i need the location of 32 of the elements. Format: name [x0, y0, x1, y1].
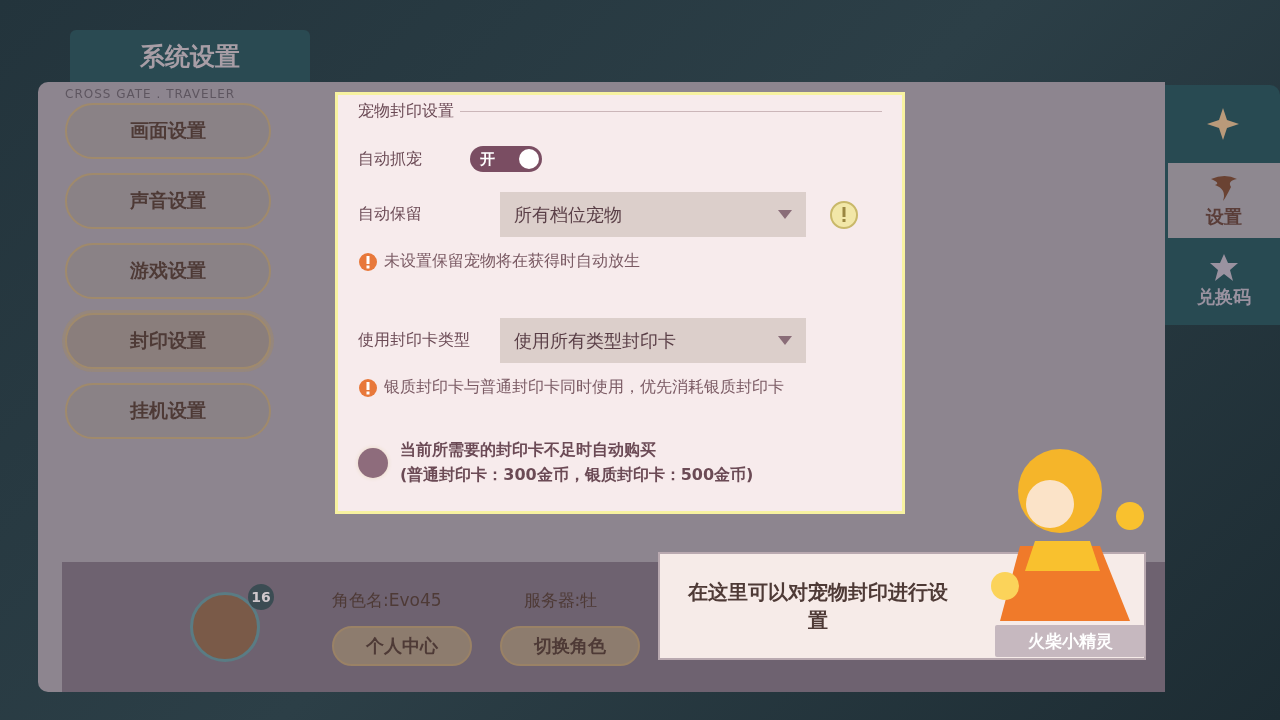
menu-item[interactable]: 封印设置 [65, 313, 271, 369]
page-title: 系统设置 [140, 40, 240, 73]
checkbox[interactable] [358, 448, 388, 478]
level-badge: 16 [248, 584, 274, 610]
dropdown[interactable]: 所有档位宠物 [500, 192, 806, 237]
checkbox-label: 当前所需要的封印卡不足时自动购买 [400, 440, 657, 461]
menu-item[interactable]: 画面设置 [65, 103, 271, 159]
server-name: 服务器:牡 [523, 588, 598, 612]
hint-text: 银质封印卡与普通封印卡同时使用，优先消耗银质封印卡 [384, 377, 784, 398]
caret-icon [778, 336, 792, 345]
exclamation-icon [358, 251, 378, 272]
setting-label: 使用封印卡类型 [358, 330, 471, 351]
hint-text: 未设置保留宠物将在获得时自动放生 [384, 251, 640, 272]
caret-icon [778, 210, 792, 219]
exclamation-icon [358, 377, 378, 398]
side-tab[interactable]: 设置 [1168, 163, 1280, 238]
profile-button[interactable]: 个人中心 [332, 625, 472, 666]
profile-button[interactable]: 切换角色 [500, 625, 640, 666]
speaker-name: 火柴小精灵 [995, 625, 1145, 657]
checkbox-label: (普通封印卡：300金币，银质封印卡：500金币) [400, 465, 754, 486]
setting-label: 自动保留 [358, 204, 423, 225]
side-tab[interactable]: 兑换码 [1168, 248, 1280, 313]
tip-text: 在这里可以对宠物封印进行设置 [687, 579, 949, 634]
setting-label: 自动抓宠 [358, 148, 423, 170]
info-icon[interactable] [830, 200, 858, 229]
character-name: 角色名:Evo45 [332, 588, 442, 612]
dropdown[interactable]: 使用所有类型封印卡 [500, 318, 806, 363]
toggle-switch[interactable]: 开 [470, 146, 542, 172]
menu-item[interactable]: 游戏设置 [65, 243, 271, 299]
menu-item[interactable]: 声音设置 [65, 173, 271, 229]
section-title: 宠物封印设置 [358, 101, 454, 122]
menu-item[interactable]: 挂机设置 [65, 383, 271, 439]
